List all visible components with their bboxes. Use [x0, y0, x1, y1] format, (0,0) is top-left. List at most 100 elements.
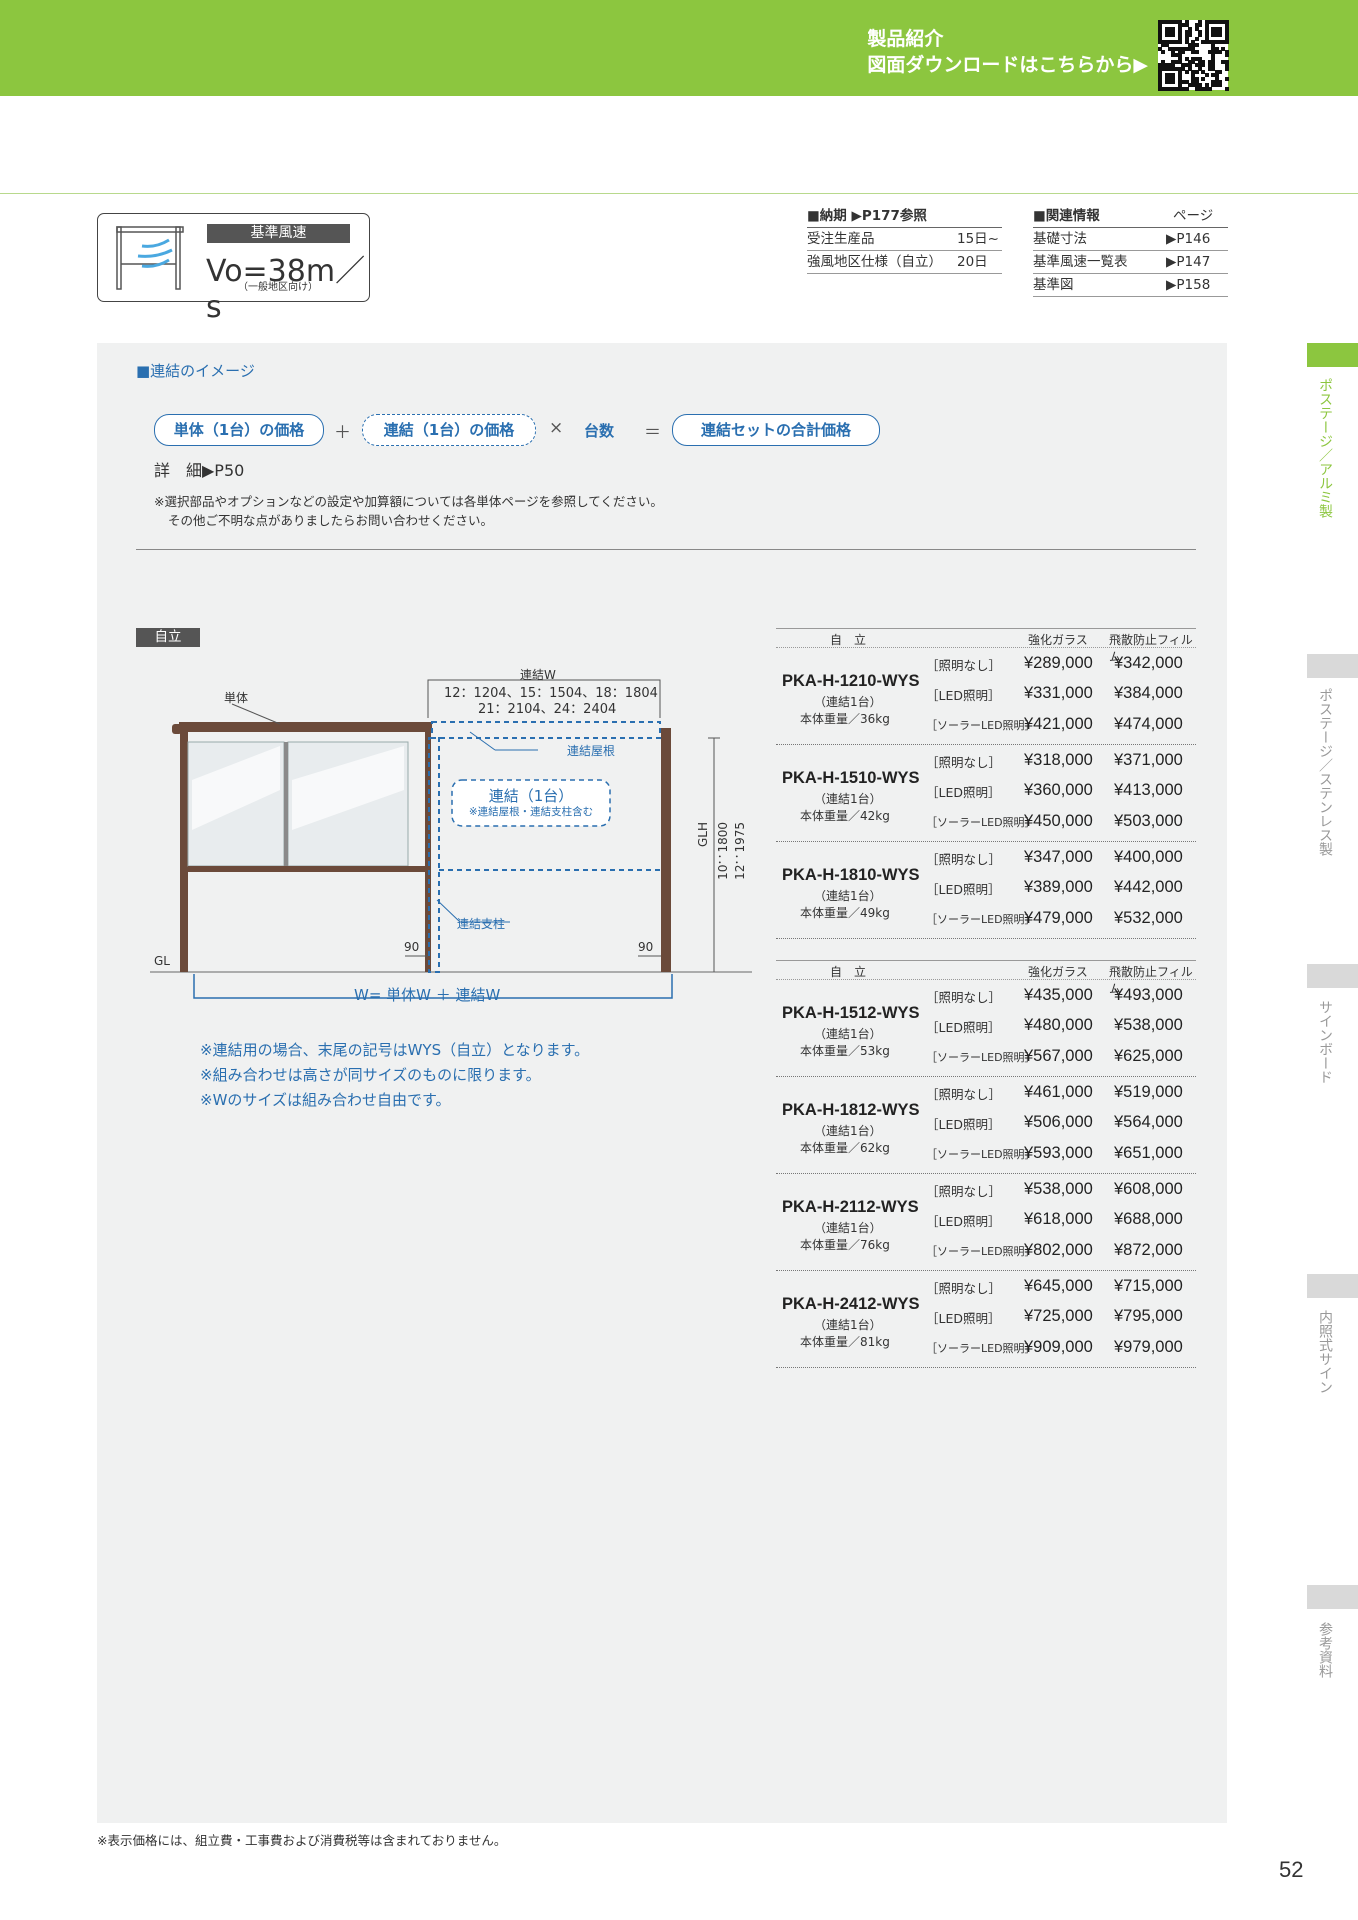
product-row: PKA-H-1812-WYS （連結1台） 本体重量／62kg ［照明なし］ ¥…: [776, 1076, 1196, 1174]
link-callout-note: ※連結屋根・連結支柱含む: [468, 806, 594, 818]
film-price: ¥651,000: [1114, 1144, 1183, 1162]
delivery-row-label: 受注生産品: [807, 231, 875, 247]
product-row: PKA-H-2112-WYS （連結1台） 本体重量／76kg ［照明なし］ ¥…: [776, 1173, 1196, 1271]
qr-module: [1218, 33, 1222, 38]
related-row-label: 基準図: [1033, 277, 1074, 293]
glass-price: ¥435,000: [1024, 986, 1093, 1004]
tab-illuminated-sign[interactable]: [1307, 1274, 1358, 1298]
related-page-link[interactable]: ▶P146: [1166, 228, 1210, 250]
product-row: PKA-H-1510-WYS （連結1台） 本体重量／42kg ［照明なし］ ¥…: [776, 744, 1196, 842]
dim-90-right: 90: [638, 940, 654, 954]
glass-price: ¥567,000: [1024, 1047, 1093, 1065]
glass-price: ¥318,000: [1024, 751, 1093, 769]
price-head-type: 自 立: [830, 965, 867, 979]
glass-price: ¥480,000: [1024, 1016, 1093, 1034]
header-divider: [0, 193, 1358, 194]
light-option-label: ［照明なし］: [926, 852, 1002, 867]
related-page-head: ページ: [1173, 208, 1214, 224]
product-weight: 本体重量／49kg: [800, 906, 890, 920]
film-price: ¥503,000: [1114, 812, 1183, 830]
product-sub: （連結1台）: [814, 1124, 882, 1138]
product-sub: （連結1台）: [814, 1318, 882, 1332]
glass-price: ¥331,000: [1024, 684, 1093, 702]
qr-module: [1224, 40, 1229, 44]
film-price: ¥625,000: [1114, 1047, 1183, 1065]
gl-label: GL: [154, 954, 170, 968]
section-divider: [136, 549, 1196, 550]
related-info-table: ■関連情報 ページ 基礎寸法 ▶P146 基準風速一覧表 ▶P147 基準図 ▶…: [1033, 205, 1228, 300]
price-head-type: 自 立: [830, 633, 867, 647]
product-name: PKA-H-1510-WYS: [782, 769, 920, 787]
qr-module: [1171, 80, 1176, 84]
delivery-table: ■納期 ▶P177参照 受注生産品 15日~ 強風地区仕様（自立） 20日: [807, 205, 1002, 275]
product-sub: （連結1台）: [814, 1027, 882, 1041]
qr-module: [1224, 53, 1229, 58]
qr-module: [1184, 86, 1189, 91]
footer-note: ※表示価格には、組立費・工事費および消費税等は含まれておりません。: [97, 1833, 507, 1848]
tab-illuminated-sign-label[interactable]: 内照式サイン: [1316, 1310, 1334, 1394]
qr-module: [1171, 33, 1176, 38]
tab-signboard[interactable]: [1307, 964, 1358, 988]
light-option-label: ［照明なし］: [926, 990, 1002, 1005]
light-option-label: ［照明なし］: [926, 1184, 1002, 1199]
qr-module: [1218, 83, 1222, 88]
related-page-link[interactable]: ▶P147: [1166, 251, 1210, 273]
tab-reference[interactable]: [1307, 1585, 1358, 1609]
related-row-label: 基礎寸法: [1033, 231, 1087, 247]
film-price: ¥519,000: [1114, 1083, 1183, 1101]
tab-reference-label[interactable]: 参考資料: [1316, 1622, 1334, 1678]
header-line-2: 図面ダウンロードはこちらから▶: [867, 54, 1148, 76]
product-sub: （連結1台）: [814, 1221, 882, 1235]
qr-module: [1224, 76, 1229, 81]
glass-price: ¥506,000: [1024, 1113, 1093, 1131]
film-price: ¥688,000: [1114, 1210, 1183, 1228]
light-option-label: ［ソーラーLED照明］: [926, 1051, 1036, 1064]
glass-price: ¥450,000: [1024, 812, 1093, 830]
product-name: PKA-H-1812-WYS: [782, 1101, 920, 1119]
related-page-link[interactable]: ▶P158: [1166, 274, 1210, 296]
light-option-label: ［ソーラーLED照明］: [926, 1148, 1036, 1161]
link-roof-label: 連結屋根: [567, 744, 616, 758]
product-row: PKA-H-2412-WYS （連結1台） 本体重量／81kg ［照明なし］ ¥…: [776, 1270, 1196, 1368]
qr-module: [1184, 70, 1189, 74]
wind-speed-box: 基準風速 Vo=38m／s （一般地区向け）: [97, 213, 370, 325]
header-download-link[interactable]: 製品紹介 図面ダウンロードはこちらから▶: [867, 26, 1148, 78]
total-price-pill: 連結セットの合計価格: [672, 414, 880, 446]
tab-aluminum-label[interactable]: ポステージ／アルミ製: [1316, 378, 1334, 518]
qr-module: [1224, 86, 1229, 91]
link-w-title: 連結W: [520, 668, 556, 682]
glass-price: ¥538,000: [1024, 1180, 1093, 1198]
plus-sign: ＋: [334, 423, 351, 443]
tab-stainless[interactable]: [1307, 654, 1358, 678]
light-option-label: ［LED照明］: [926, 1020, 1001, 1035]
detail-link[interactable]: 詳 細▶P50: [154, 457, 244, 481]
qr-module: [1218, 50, 1222, 54]
link-post-label: 連結支柱: [457, 917, 506, 931]
light-option-label: ［LED照明］: [926, 882, 1001, 897]
glass-price: ¥593,000: [1024, 1144, 1093, 1162]
wind-title: 基準風速: [207, 224, 350, 243]
light-option-label: ［LED照明］: [926, 1311, 1001, 1326]
tab-aluminum[interactable]: [1307, 343, 1358, 367]
glass-price: ¥802,000: [1024, 1241, 1093, 1259]
light-option-label: ［ソーラーLED照明］: [926, 1245, 1036, 1258]
price-head-col1: 強化ガラス: [1028, 965, 1088, 979]
qr-module: [1224, 66, 1229, 71]
film-price: ¥493,000: [1114, 986, 1183, 1004]
count-label: 台数: [584, 422, 615, 440]
qr-code-icon[interactable]: [1158, 20, 1229, 91]
light-option-label: ［ソーラーLED照明］: [926, 1342, 1036, 1355]
delivery-row-value: 20日: [957, 254, 988, 270]
light-option-label: ［照明なし］: [926, 755, 1002, 770]
glh-label: GLH: [696, 822, 710, 848]
light-option-label: ［LED照明］: [926, 785, 1001, 800]
tab-signboard-label[interactable]: サインボード: [1316, 1000, 1334, 1084]
connection-diagram: [150, 679, 752, 999]
diagram-note: ※組み合わせは高さが同サイズのものに限ります。: [200, 1066, 541, 1084]
glass-price: ¥909,000: [1024, 1338, 1093, 1356]
glh-12: 12：1975: [733, 822, 747, 880]
tab-stainless-label[interactable]: ポステージ／ステンレス製: [1316, 688, 1334, 856]
page-number: 52: [1279, 1857, 1304, 1882]
light-option-label: ［照明なし］: [926, 1087, 1002, 1102]
film-price: ¥538,000: [1114, 1016, 1183, 1034]
